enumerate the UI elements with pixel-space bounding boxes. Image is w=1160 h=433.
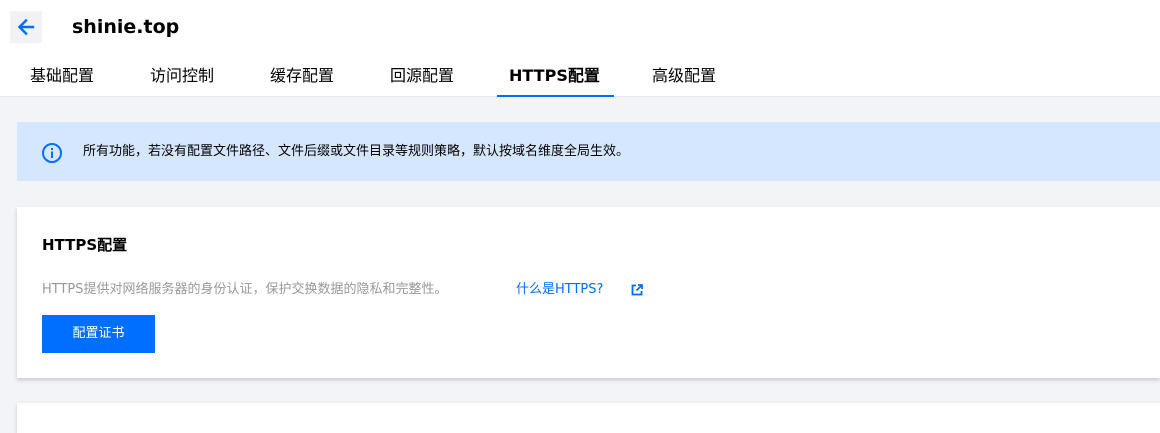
tab-advanced-config[interactable]: 高级配置	[652, 62, 724, 97]
page-header: shinie.top 基础配置 访问控制 缓存配置 回源配置 HTTPS配置 高…	[0, 0, 1160, 97]
tab-cache-config[interactable]: 缓存配置	[270, 62, 342, 97]
info-notice: 所有功能，若没有配置文件路径、文件后缀或文件目录等规则策略，默认按域名维度全局生…	[17, 122, 1160, 181]
https-config-card: HTTPS配置 HTTPS提供对网络服务器的身份认证，保护交换数据的隐私和完整性…	[17, 207, 1160, 378]
tab-basic-config[interactable]: 基础配置	[30, 62, 102, 97]
configure-certificate-button[interactable]: 配置证书	[42, 315, 155, 353]
next-card	[17, 403, 1160, 433]
card-description: HTTPS提供对网络服务器的身份认证，保护交换数据的隐私和完整性。	[42, 282, 448, 297]
notice-text: 所有功能，若没有配置文件路径、文件后缀或文件目录等规则策略，默认按域名维度全局生…	[83, 144, 630, 159]
tab-origin-config[interactable]: 回源配置	[390, 62, 462, 97]
what-is-https-link[interactable]: 什么是HTTPS?	[516, 280, 603, 300]
back-button[interactable]	[10, 11, 42, 43]
tab-https-config[interactable]: HTTPS配置	[497, 62, 614, 97]
page-title: shinie.top	[72, 16, 180, 38]
arrow-left-icon	[17, 18, 35, 36]
external-link-icon[interactable]	[631, 284, 643, 296]
tab-access-control[interactable]: 访问控制	[150, 62, 222, 97]
card-title: HTTPS配置	[42, 236, 128, 254]
info-icon	[42, 143, 62, 163]
